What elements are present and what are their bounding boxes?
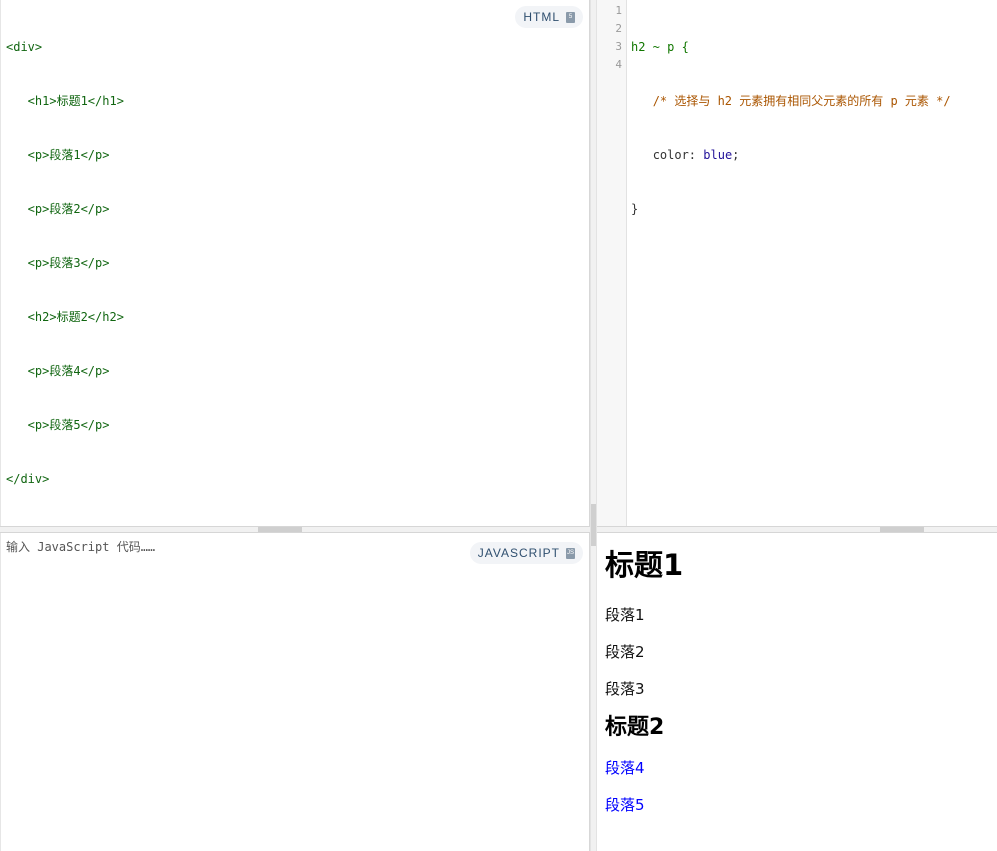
result-heading-2: 标题2	[605, 715, 665, 740]
code-line: }	[631, 200, 951, 218]
html-code-area[interactable]: <div> <h1>标题1</h1> <p>段落1</p> <p>段落2</p>…	[6, 2, 124, 524]
result-paragraph-4: 段落4	[605, 759, 645, 777]
css-semicolon: ;	[732, 148, 740, 162]
code-line: <p>段落4</p>	[6, 364, 110, 378]
code-line: <p>段落1</p>	[6, 148, 110, 162]
css-value: blue	[703, 148, 733, 162]
right-horizontal-splitter-handle[interactable]	[880, 527, 924, 532]
css-property: color:	[652, 148, 704, 162]
vertical-splitter[interactable]	[590, 0, 597, 851]
css-close-brace: }	[631, 202, 639, 216]
vertical-splitter-handle[interactable]	[591, 504, 596, 546]
result-paragraph-3: 段落3	[605, 680, 645, 698]
html-language-badge: HTML 5	[515, 6, 583, 28]
line-number: 1	[615, 4, 622, 17]
result-heading-1: 标题1	[605, 548, 684, 582]
javascript-placeholder[interactable]: 输入 JavaScript 代码……	[6, 538, 155, 555]
code-line: <p>段落2</p>	[6, 202, 110, 216]
css-code-area[interactable]: h2 ~ p { /* 选择与 h2 元素拥有相同父元素的所有 p 元素 */ …	[631, 2, 951, 254]
css-selector: h2 ~ p {	[631, 40, 689, 54]
css-editor[interactable]: 1 2 3 4 h2 ~ p { /* 选择与 h2 元素拥有相同父元素的所有 …	[597, 0, 997, 526]
js-badge-label: JAVASCRIPT	[477, 546, 560, 560]
line-number: 2	[615, 22, 622, 35]
code-line: h2 ~ p {	[631, 38, 951, 56]
result-paragraph-2: 段落2	[605, 643, 645, 661]
line-number-gutter: 1 2 3 4	[597, 0, 627, 526]
result-content: 标题1 段落1 段落2 段落3 标题2 段落4 段落5	[605, 533, 683, 814]
code-line: <p>段落5</p>	[6, 418, 110, 432]
result-paragraph-5: 段落5	[605, 796, 645, 814]
html5-icon: 5	[566, 11, 575, 23]
code-line: </div>	[6, 472, 50, 486]
line-number: 3	[615, 40, 622, 53]
right-horizontal-splitter[interactable]	[597, 526, 997, 533]
code-line: <h1>标题1</h1>	[6, 94, 124, 108]
code-line: <div>	[6, 40, 43, 54]
result-preview: 标题1 段落1 段落2 段落3 标题2 段落4 段落5	[597, 533, 997, 851]
css-comment: /* 选择与 h2 元素拥有相同父元素的所有 p 元素 */	[652, 94, 951, 108]
line-number: 4	[615, 58, 622, 71]
javascript-language-badge: JAVASCRIPT JS	[469, 542, 583, 564]
code-line: <p>段落3</p>	[6, 256, 110, 270]
result-paragraph-1: 段落1	[605, 606, 645, 624]
js-icon: JS	[566, 547, 575, 559]
left-horizontal-splitter-handle[interactable]	[258, 527, 302, 532]
code-line: /* 选择与 h2 元素拥有相同父元素的所有 p 元素 */	[631, 92, 951, 110]
code-line: color: blue;	[631, 146, 951, 164]
html-editor[interactable]: <div> <h1>标题1</h1> <p>段落1</p> <p>段落2</p>…	[0, 0, 590, 526]
javascript-editor[interactable]: 输入 JavaScript 代码…… JAVASCRIPT JS	[0, 533, 590, 851]
html-badge-label: HTML	[523, 10, 560, 24]
code-line: <h2>标题2</h2>	[6, 310, 124, 324]
